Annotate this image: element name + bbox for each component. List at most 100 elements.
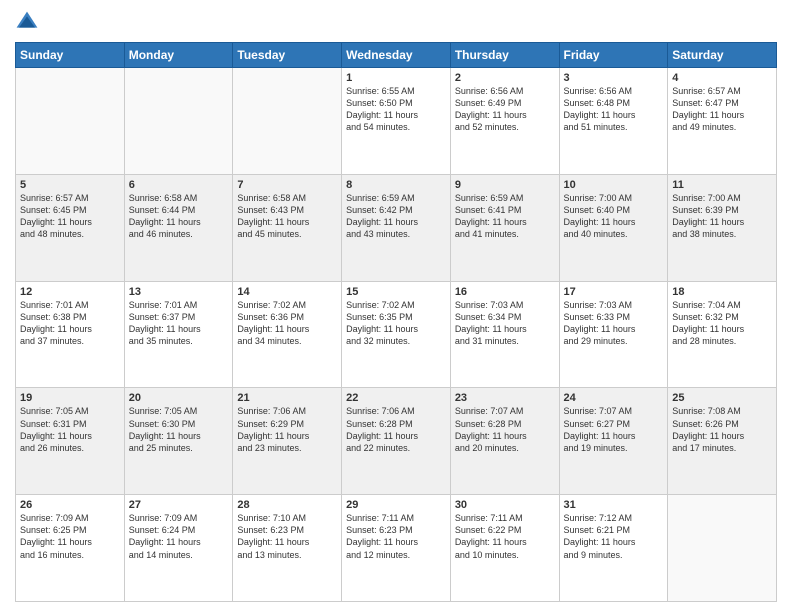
day-info: Sunrise: 7:09 AM Sunset: 6:24 PM Dayligh… [129,512,229,561]
day-info: Sunrise: 7:01 AM Sunset: 6:37 PM Dayligh… [129,299,229,348]
day-number: 17 [564,286,664,298]
day-info: Sunrise: 7:07 AM Sunset: 6:27 PM Dayligh… [564,405,664,454]
day-cell: 1Sunrise: 6:55 AM Sunset: 6:50 PM Daylig… [342,68,451,175]
day-cell [233,68,342,175]
week-row: 26Sunrise: 7:09 AM Sunset: 6:25 PM Dayli… [16,495,777,602]
day-info: Sunrise: 7:03 AM Sunset: 6:34 PM Dayligh… [455,299,555,348]
day-cell: 8Sunrise: 6:59 AM Sunset: 6:42 PM Daylig… [342,174,451,281]
day-info: Sunrise: 6:55 AM Sunset: 6:50 PM Dayligh… [346,85,446,134]
days-header-row: SundayMondayTuesdayWednesdayThursdayFrid… [16,43,777,68]
day-number: 6 [129,179,229,191]
day-info: Sunrise: 7:05 AM Sunset: 6:31 PM Dayligh… [20,405,120,454]
day-cell: 11Sunrise: 7:00 AM Sunset: 6:39 PM Dayli… [668,174,777,281]
day-info: Sunrise: 7:11 AM Sunset: 6:22 PM Dayligh… [455,512,555,561]
day-cell: 27Sunrise: 7:09 AM Sunset: 6:24 PM Dayli… [124,495,233,602]
day-cell: 6Sunrise: 6:58 AM Sunset: 6:44 PM Daylig… [124,174,233,281]
day-header: Saturday [668,43,777,68]
day-number: 4 [672,72,772,84]
day-info: Sunrise: 6:56 AM Sunset: 6:48 PM Dayligh… [564,85,664,134]
day-number: 28 [237,499,337,511]
day-cell: 13Sunrise: 7:01 AM Sunset: 6:37 PM Dayli… [124,281,233,388]
calendar-table: SundayMondayTuesdayWednesdayThursdayFrid… [15,42,777,602]
day-info: Sunrise: 6:58 AM Sunset: 6:43 PM Dayligh… [237,192,337,241]
day-cell: 26Sunrise: 7:09 AM Sunset: 6:25 PM Dayli… [16,495,125,602]
day-cell: 5Sunrise: 6:57 AM Sunset: 6:45 PM Daylig… [16,174,125,281]
logo-icon [15,10,39,34]
day-header: Tuesday [233,43,342,68]
day-cell: 16Sunrise: 7:03 AM Sunset: 6:34 PM Dayli… [450,281,559,388]
day-number: 23 [455,392,555,404]
week-row: 19Sunrise: 7:05 AM Sunset: 6:31 PM Dayli… [16,388,777,495]
day-cell: 12Sunrise: 7:01 AM Sunset: 6:38 PM Dayli… [16,281,125,388]
day-info: Sunrise: 7:00 AM Sunset: 6:39 PM Dayligh… [672,192,772,241]
day-number: 21 [237,392,337,404]
day-info: Sunrise: 7:06 AM Sunset: 6:28 PM Dayligh… [346,405,446,454]
week-row: 5Sunrise: 6:57 AM Sunset: 6:45 PM Daylig… [16,174,777,281]
day-number: 16 [455,286,555,298]
day-number: 26 [20,499,120,511]
day-info: Sunrise: 7:09 AM Sunset: 6:25 PM Dayligh… [20,512,120,561]
day-info: Sunrise: 6:56 AM Sunset: 6:49 PM Dayligh… [455,85,555,134]
day-header: Sunday [16,43,125,68]
day-cell: 30Sunrise: 7:11 AM Sunset: 6:22 PM Dayli… [450,495,559,602]
day-cell [16,68,125,175]
day-cell: 15Sunrise: 7:02 AM Sunset: 6:35 PM Dayli… [342,281,451,388]
day-info: Sunrise: 6:57 AM Sunset: 6:47 PM Dayligh… [672,85,772,134]
day-cell: 20Sunrise: 7:05 AM Sunset: 6:30 PM Dayli… [124,388,233,495]
day-info: Sunrise: 7:02 AM Sunset: 6:35 PM Dayligh… [346,299,446,348]
day-number: 9 [455,179,555,191]
day-number: 14 [237,286,337,298]
day-number: 31 [564,499,664,511]
day-cell [668,495,777,602]
day-info: Sunrise: 7:08 AM Sunset: 6:26 PM Dayligh… [672,405,772,454]
day-cell: 24Sunrise: 7:07 AM Sunset: 6:27 PM Dayli… [559,388,668,495]
day-number: 5 [20,179,120,191]
day-info: Sunrise: 6:59 AM Sunset: 6:41 PM Dayligh… [455,192,555,241]
day-cell: 7Sunrise: 6:58 AM Sunset: 6:43 PM Daylig… [233,174,342,281]
day-cell: 17Sunrise: 7:03 AM Sunset: 6:33 PM Dayli… [559,281,668,388]
day-cell [124,68,233,175]
day-cell: 10Sunrise: 7:00 AM Sunset: 6:40 PM Dayli… [559,174,668,281]
day-number: 10 [564,179,664,191]
day-info: Sunrise: 7:04 AM Sunset: 6:32 PM Dayligh… [672,299,772,348]
day-info: Sunrise: 7:10 AM Sunset: 6:23 PM Dayligh… [237,512,337,561]
day-number: 3 [564,72,664,84]
day-cell: 2Sunrise: 6:56 AM Sunset: 6:49 PM Daylig… [450,68,559,175]
day-cell: 3Sunrise: 6:56 AM Sunset: 6:48 PM Daylig… [559,68,668,175]
day-info: Sunrise: 7:06 AM Sunset: 6:29 PM Dayligh… [237,405,337,454]
day-info: Sunrise: 7:07 AM Sunset: 6:28 PM Dayligh… [455,405,555,454]
day-cell: 23Sunrise: 7:07 AM Sunset: 6:28 PM Dayli… [450,388,559,495]
day-info: Sunrise: 7:11 AM Sunset: 6:23 PM Dayligh… [346,512,446,561]
day-info: Sunrise: 7:00 AM Sunset: 6:40 PM Dayligh… [564,192,664,241]
day-cell: 9Sunrise: 6:59 AM Sunset: 6:41 PM Daylig… [450,174,559,281]
day-info: Sunrise: 7:03 AM Sunset: 6:33 PM Dayligh… [564,299,664,348]
day-cell: 14Sunrise: 7:02 AM Sunset: 6:36 PM Dayli… [233,281,342,388]
day-cell: 18Sunrise: 7:04 AM Sunset: 6:32 PM Dayli… [668,281,777,388]
day-info: Sunrise: 6:57 AM Sunset: 6:45 PM Dayligh… [20,192,120,241]
day-number: 8 [346,179,446,191]
day-info: Sunrise: 7:01 AM Sunset: 6:38 PM Dayligh… [20,299,120,348]
day-header: Friday [559,43,668,68]
day-cell: 22Sunrise: 7:06 AM Sunset: 6:28 PM Dayli… [342,388,451,495]
day-header: Wednesday [342,43,451,68]
day-number: 12 [20,286,120,298]
day-number: 11 [672,179,772,191]
day-info: Sunrise: 7:12 AM Sunset: 6:21 PM Dayligh… [564,512,664,561]
day-info: Sunrise: 6:59 AM Sunset: 6:42 PM Dayligh… [346,192,446,241]
day-number: 13 [129,286,229,298]
header [15,10,777,34]
day-number: 7 [237,179,337,191]
day-number: 30 [455,499,555,511]
page: SundayMondayTuesdayWednesdayThursdayFrid… [0,0,792,612]
day-number: 1 [346,72,446,84]
day-cell: 4Sunrise: 6:57 AM Sunset: 6:47 PM Daylig… [668,68,777,175]
day-number: 2 [455,72,555,84]
day-number: 18 [672,286,772,298]
logo [15,10,43,34]
day-cell: 28Sunrise: 7:10 AM Sunset: 6:23 PM Dayli… [233,495,342,602]
day-number: 20 [129,392,229,404]
day-cell: 21Sunrise: 7:06 AM Sunset: 6:29 PM Dayli… [233,388,342,495]
day-number: 27 [129,499,229,511]
day-cell: 19Sunrise: 7:05 AM Sunset: 6:31 PM Dayli… [16,388,125,495]
day-number: 15 [346,286,446,298]
